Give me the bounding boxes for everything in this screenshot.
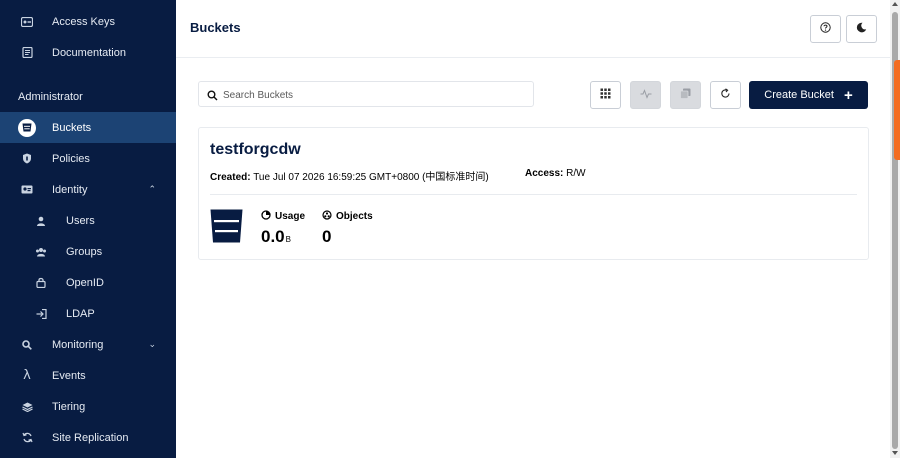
sidebar-item-users[interactable]: Users <box>0 205 176 236</box>
chevron-down-icon: ⌄ <box>148 339 156 349</box>
user-icon <box>34 214 48 228</box>
bucket-card[interactable]: testforgcdw Created: Tue Jul 07 2026 16:… <box>198 127 869 260</box>
lifecycle-icon <box>640 86 652 104</box>
sidebar-item-label: Site Replication <box>52 431 129 444</box>
sidebar-item-label: Buckets <box>52 121 92 134</box>
bucket-access: Access: R/W <box>525 168 586 179</box>
bucket-icon <box>18 118 36 137</box>
sidebar-item-policies[interactable]: Policies <box>0 143 176 174</box>
sidebar-item-events[interactable]: λ Events <box>0 360 176 391</box>
copy-icon <box>680 86 691 104</box>
chevron-up-icon: ⌃ <box>148 184 156 194</box>
objects-label-text: Objects <box>336 211 373 222</box>
sidebar-item-label: Monitoring <box>52 338 104 351</box>
sidebar-item-label: LDAP <box>66 307 95 320</box>
search-bar <box>198 81 534 107</box>
created-value: Tue Jul 07 2026 16:59:25 GMT+0800 (中国标准时… <box>253 172 489 183</box>
card-divider <box>210 194 857 195</box>
created-label: Created: <box>210 172 251 183</box>
usage-unit: B <box>285 235 291 244</box>
objects-value: 0 <box>322 227 332 246</box>
sidebar-item-identity[interactable]: Identity ⌃ <box>0 174 176 205</box>
sidebar: Access Keys Documentation Administrator … <box>0 0 176 458</box>
bucket-name[interactable]: testforgcdw <box>210 141 301 159</box>
access-label: Access: <box>525 168 564 179</box>
objects-label: Objects <box>322 210 373 223</box>
usage-number: 0.0 <box>261 227 285 246</box>
plus-icon: + <box>843 86 853 104</box>
usage-label: Usage <box>261 210 305 223</box>
login-icon <box>34 307 48 321</box>
sidebar-item-label: OpenID <box>66 276 104 289</box>
view-toggle-button[interactable] <box>590 81 621 109</box>
sidebar-item-ldap[interactable]: LDAP <box>0 298 176 329</box>
scrollbar-accent <box>894 60 900 160</box>
usage-label-text: Usage <box>275 211 306 222</box>
scrollbar[interactable] <box>890 0 900 458</box>
sidebar-item-label: Events <box>52 369 86 382</box>
create-bucket-label: Create Bucket <box>764 89 834 101</box>
search-icon <box>207 88 218 106</box>
bucket-created: Created: Tue Jul 07 2026 16:59:25 GMT+08… <box>210 168 489 183</box>
page-header: Buckets <box>176 0 890 58</box>
sidebar-item-access-keys[interactable]: Access Keys <box>0 6 176 37</box>
sidebar-item-label: Users <box>66 214 95 227</box>
grid-icon <box>600 86 611 104</box>
usage-value: 0.0B <box>261 227 291 247</box>
access-value: R/W <box>566 168 586 179</box>
page-title: Buckets <box>190 20 241 35</box>
document-icon <box>20 46 34 60</box>
search-input[interactable] <box>223 86 523 104</box>
scroll-up-arrow-icon[interactable] <box>892 2 898 6</box>
sidebar-item-label: Documentation <box>52 46 126 59</box>
groups-icon <box>34 245 48 259</box>
refresh-button[interactable] <box>710 81 741 109</box>
objects-icon <box>322 210 336 223</box>
lifecycle-button[interactable] <box>630 81 661 109</box>
create-bucket-button[interactable]: Create Bucket + <box>749 81 868 109</box>
key-icon <box>20 15 34 29</box>
moon-icon <box>856 20 867 38</box>
sidebar-item-documentation[interactable]: Documentation <box>0 37 176 68</box>
sidebar-item-buckets[interactable]: Buckets <box>0 112 176 143</box>
id-card-icon <box>20 183 34 197</box>
sidebar-item-monitoring[interactable]: Monitoring ⌄ <box>0 329 176 360</box>
refresh-icon <box>720 86 731 104</box>
sidebar-item-label: Access Keys <box>52 15 115 28</box>
sidebar-item-groups[interactable]: Groups <box>0 236 176 267</box>
search-icon <box>20 338 34 352</box>
sidebar-item-label: Policies <box>52 152 90 165</box>
sidebar-section-title: Administrator <box>18 91 83 103</box>
pie-chart-icon <box>261 210 275 223</box>
multi-select-button[interactable] <box>670 81 701 109</box>
sidebar-item-label: Tiering <box>52 400 86 413</box>
sync-icon <box>20 431 34 445</box>
sidebar-item-tiering[interactable]: Tiering <box>0 391 176 422</box>
lock-icon <box>34 276 48 290</box>
sidebar-item-site-replication[interactable]: Site Replication <box>0 422 176 453</box>
help-icon <box>820 20 831 38</box>
lambda-icon: λ <box>23 368 31 383</box>
layers-icon <box>20 400 34 414</box>
sidebar-item-openid[interactable]: OpenID <box>0 267 176 298</box>
scroll-down-arrow-icon[interactable] <box>892 451 898 455</box>
sidebar-item-label: Groups <box>66 245 103 258</box>
help-button[interactable] <box>810 15 841 43</box>
bucket-icon <box>210 209 243 248</box>
sidebar-item-label: Identity <box>52 183 88 196</box>
shield-icon <box>20 152 34 166</box>
theme-toggle-button[interactable] <box>846 15 877 43</box>
